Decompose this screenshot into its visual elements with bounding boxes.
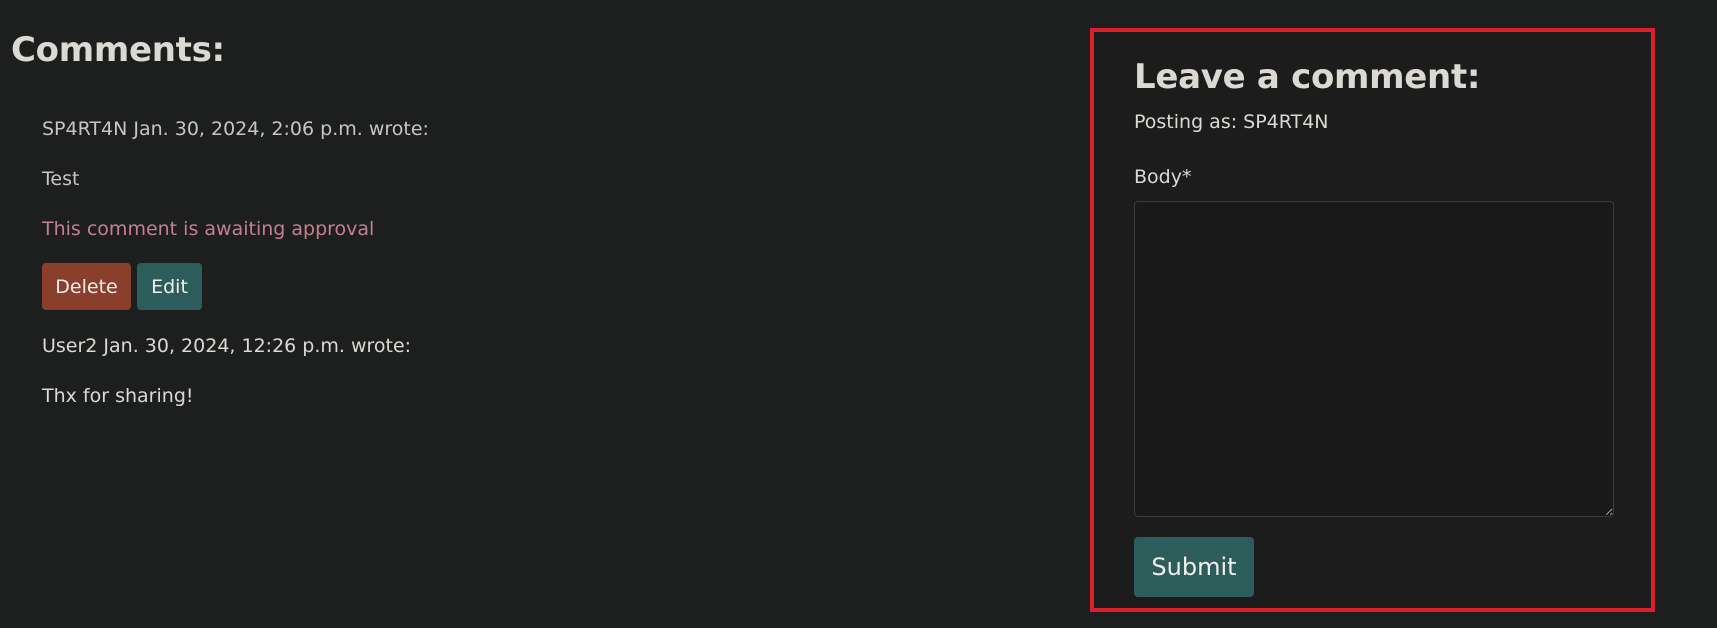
- comment-form-title: Leave a comment:: [1134, 57, 1481, 97]
- body-field-label: Body*: [1134, 166, 1192, 188]
- comment-form-panel: Leave a comment: Posting as: SP4RT4N Bod…: [1090, 28, 1655, 612]
- comment-body: Thx for sharing!: [42, 385, 194, 407]
- posting-as-label: Posting as: SP4RT4N: [1134, 111, 1329, 133]
- delete-button[interactable]: Delete: [42, 263, 131, 310]
- comment-meta: SP4RT4N Jan. 30, 2024, 2:06 p.m. wrote:: [42, 118, 429, 140]
- comment-pending-notice: This comment is awaiting approval: [42, 218, 375, 240]
- comment-body: Test: [42, 168, 80, 190]
- comments-title: Comments:: [11, 30, 225, 70]
- comment-meta: User2 Jan. 30, 2024, 12:26 p.m. wrote:: [42, 335, 412, 357]
- submit-button[interactable]: Submit: [1134, 537, 1254, 597]
- edit-button[interactable]: Edit: [137, 263, 202, 310]
- comment-body-textarea[interactable]: [1134, 201, 1614, 517]
- page: Comments: SP4RT4N Jan. 30, 2024, 2:06 p.…: [0, 0, 1717, 628]
